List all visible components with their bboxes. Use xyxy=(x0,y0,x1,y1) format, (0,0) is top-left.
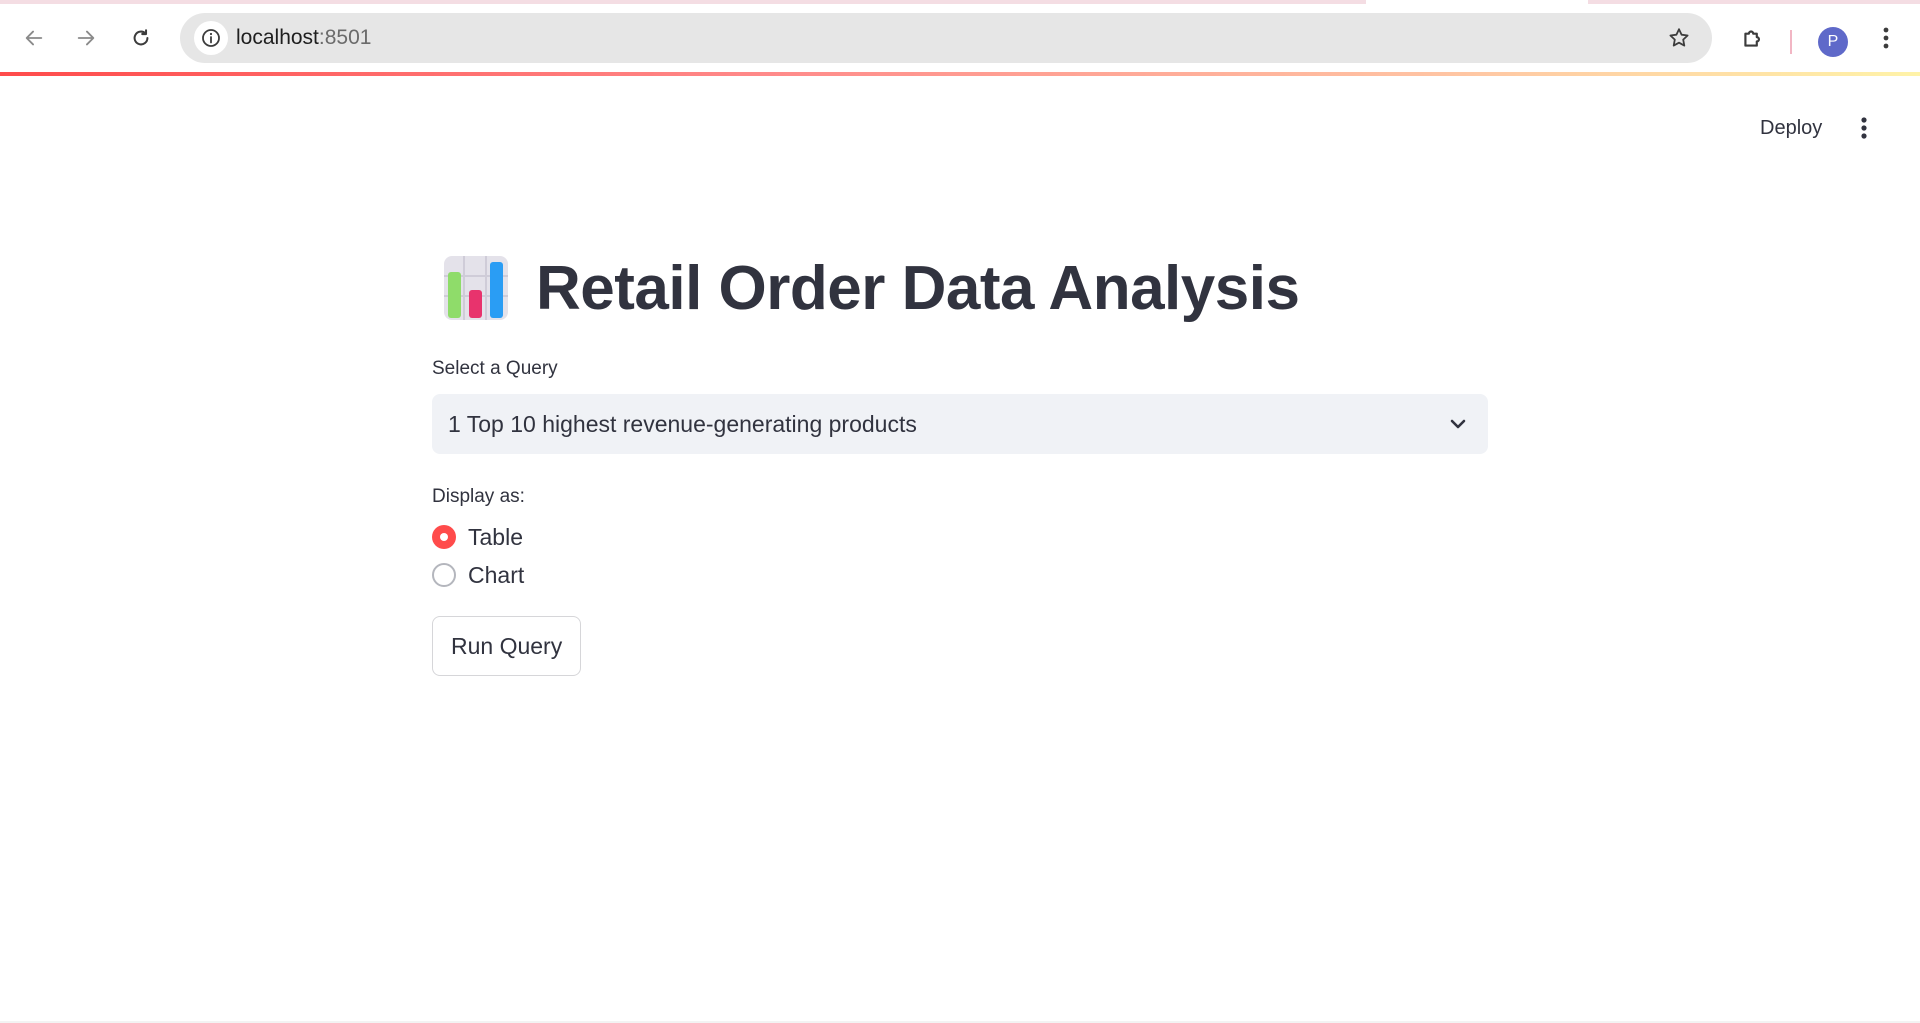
browser-toolbar: localhost:8501 P xyxy=(0,4,1920,72)
app-header: Deploy xyxy=(0,76,1920,180)
radio-button-unchecked[interactable] xyxy=(432,563,456,587)
query-select-label: Select a Query xyxy=(432,358,558,379)
vertical-dots-icon xyxy=(1861,117,1867,139)
vertical-dots-icon xyxy=(1883,27,1889,49)
reload-icon xyxy=(133,29,149,46)
url-port: :8501 xyxy=(318,26,372,49)
query-select-value: 1 Top 10 highest revenue-generating prod… xyxy=(448,411,917,437)
page-title: Retail Order Data Analysis xyxy=(536,253,1300,323)
display-as-label: Display as: xyxy=(432,486,525,507)
back-button[interactable] xyxy=(14,18,54,58)
display-radio-group: Table Chart xyxy=(432,518,1488,594)
profile-avatar[interactable]: P xyxy=(1818,27,1848,57)
bar-chart-emoji-icon xyxy=(444,256,508,320)
bookmark-button[interactable] xyxy=(1664,23,1694,53)
extensions-button[interactable] xyxy=(1733,18,1773,58)
deploy-button[interactable]: Deploy xyxy=(1742,108,1840,148)
main-content: Retail Order Data Analysis Select a Quer… xyxy=(432,240,1488,676)
radio-option-table[interactable]: Table xyxy=(432,518,1488,556)
browser-menu-button[interactable] xyxy=(1866,18,1906,58)
url-text[interactable]: localhost:8501 xyxy=(236,13,371,63)
toolbar-divider xyxy=(1790,30,1792,54)
url-host: localhost xyxy=(236,26,319,49)
reload-button[interactable] xyxy=(121,18,161,58)
arrow-right-icon xyxy=(77,30,95,46)
star-icon xyxy=(1669,28,1689,47)
app-menu-button[interactable] xyxy=(1846,108,1882,148)
page-title-row: Retail Order Data Analysis xyxy=(432,240,1488,336)
forward-button[interactable] xyxy=(66,18,106,58)
chevron-down-icon xyxy=(1450,419,1466,429)
run-query-button[interactable]: Run Query xyxy=(432,616,582,676)
address-bar[interactable]: localhost:8501 xyxy=(180,13,1712,63)
query-select[interactable]: 1 Top 10 highest revenue-generating prod… xyxy=(432,394,1488,454)
arrow-left-icon xyxy=(25,30,43,46)
radio-option-chart[interactable]: Chart xyxy=(432,556,1488,594)
radio-option-label: Chart xyxy=(468,561,525,588)
info-icon xyxy=(202,29,220,47)
site-info-button[interactable] xyxy=(194,21,228,55)
radio-button-checked[interactable] xyxy=(432,525,456,549)
radio-option-label: Table xyxy=(468,523,523,550)
puzzle-icon xyxy=(1744,30,1761,47)
